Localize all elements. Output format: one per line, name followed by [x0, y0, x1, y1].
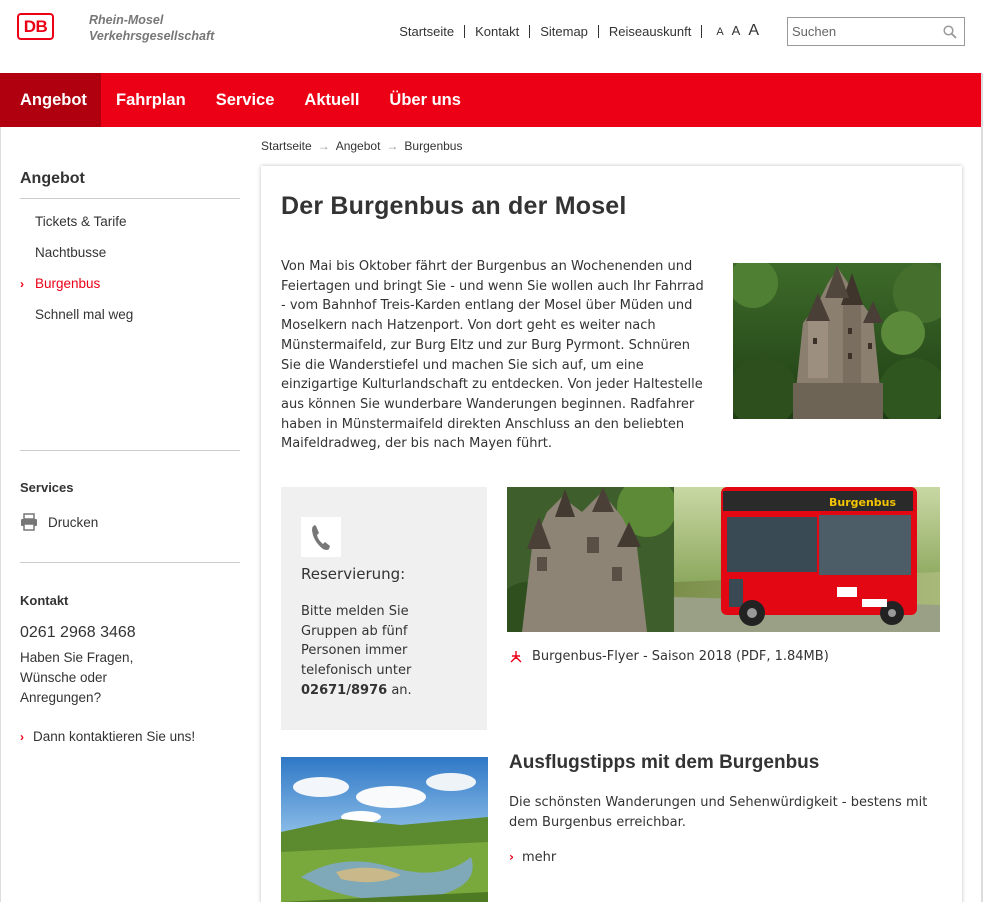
phone-icon — [301, 517, 341, 557]
services-title: Services — [20, 480, 74, 495]
mainnav-aktuell[interactable]: Aktuell — [289, 73, 374, 127]
contact-title: Kontakt — [20, 593, 69, 608]
flyer-pdf-link[interactable]: Burgenbus-Flyer - Saison 2018 (PDF, 1.84… — [509, 649, 829, 664]
sidebar-divider — [20, 450, 240, 451]
font-size-small[interactable]: A — [712, 26, 727, 38]
topnav-startseite[interactable]: Startseite — [389, 24, 466, 38]
reservation-text: Bitte melden Sie Gruppen ab fünf Persone… — [301, 602, 451, 701]
reservation-phone[interactable]: 02671/8976 — [301, 683, 387, 698]
castle-image — [733, 263, 941, 419]
search-input[interactable] — [788, 18, 938, 45]
company-name-line1: Rhein-Mosel — [89, 13, 164, 27]
breadcrumb: Startseite → Angebot → Burgenbus — [261, 139, 462, 153]
mainnav-fahrplan[interactable]: Fahrplan — [101, 73, 201, 127]
top-navigation: Startseite Kontakt Sitemap Reiseauskunft… — [389, 22, 763, 40]
reservation-box: Reservierung: Bitte melden Sie Gruppen a… — [281, 487, 487, 730]
search-icon[interactable] — [943, 25, 957, 39]
sidebar-item-label: Tickets & Tarife — [35, 214, 127, 229]
sidebar-divider — [20, 562, 240, 563]
db-logo[interactable]: DB — [17, 13, 54, 40]
print-label: Drucken — [48, 514, 99, 530]
sidebar-item-label: Nachtbusse — [35, 245, 107, 260]
sidebar-item-schnell-mal-weg[interactable]: Schnell mal weg — [20, 306, 240, 337]
mehr-link-label: mehr — [521, 850, 557, 865]
sidebar-item-label: Burgenbus — [35, 276, 101, 291]
main-navigation: Angebot Fahrplan Service Aktuell Über un… — [0, 73, 981, 127]
reservation-text-after: an. — [391, 682, 412, 698]
search-box — [787, 17, 965, 46]
breadcrumb-startseite[interactable]: Startseite — [261, 139, 312, 153]
mainnav-service[interactable]: Service — [201, 73, 290, 127]
reservation-title: Reservierung: — [301, 565, 406, 583]
tips-text: Die schönsten Wanderungen und Sehenwürdi… — [509, 795, 928, 830]
sidebar-title: Angebot — [20, 170, 240, 199]
company-name: Rhein-Mosel Verkehrsgesellschaft — [89, 12, 214, 44]
topnav-sitemap[interactable]: Sitemap — [530, 24, 599, 38]
burgenbus-image: Burgenbus — [507, 487, 940, 632]
sidebar-item-tickets-tarife[interactable]: Tickets & Tarife — [20, 213, 240, 244]
reservation-text-before: Bitte melden Sie Gruppen ab fünf Persone… — [301, 604, 412, 679]
sidebar-item-label: Schnell mal weg — [35, 307, 134, 322]
breadcrumb-burgenbus: Burgenbus — [404, 139, 463, 153]
content-card: Der Burgenbus an der Mosel Von Mai bis O… — [261, 166, 962, 902]
mainnav-angebot[interactable]: Angebot — [0, 73, 101, 127]
mainnav-ueber-uns[interactable]: Über uns — [374, 73, 476, 127]
moselle-landscape-image — [281, 757, 488, 902]
sidebar: Angebot Tickets & Tarife Nachtbusse › Bur… — [20, 170, 240, 337]
contact-link-label: Dann kontaktieren Sie uns! — [33, 729, 196, 744]
font-size-medium[interactable]: A — [728, 23, 745, 38]
breadcrumb-separator: → — [386, 139, 399, 153]
print-button[interactable]: Drucken — [20, 513, 98, 531]
sidebar-menu: Tickets & Tarife Nachtbusse › Burgenbus S… — [20, 213, 240, 337]
page-title: Der Burgenbus an der Mosel — [281, 192, 627, 220]
flyer-link-label: Burgenbus-Flyer - Saison 2018 (PDF, 1.84… — [532, 649, 829, 664]
mehr-link[interactable]: › mehr — [509, 850, 556, 865]
chevron-right-icon: › — [20, 277, 24, 291]
tips-title: Ausflugstipps mit dem Burgenbus — [509, 752, 820, 773]
breadcrumb-angebot[interactable]: Angebot — [336, 139, 381, 153]
topnav-reiseauskunft[interactable]: Reiseauskunft — [599, 24, 703, 38]
bus-destination-label: Burgenbus — [829, 496, 897, 509]
chevron-right-icon: › — [509, 850, 514, 864]
contact-link[interactable]: › Dann kontaktieren Sie uns! — [20, 729, 195, 744]
company-name-line2: Verkehrsgesellschaft — [89, 29, 215, 43]
sidebar-item-burgenbus[interactable]: › Burgenbus — [20, 275, 240, 306]
font-size-large[interactable]: A — [744, 22, 763, 40]
site-header: DB Rhein-Mosel Verkehrsgesellschaft Star… — [0, 0, 983, 73]
breadcrumb-separator: → — [317, 139, 330, 153]
contact-text: Haben Sie Fragen, Wünsche oder Anregunge… — [20, 650, 134, 705]
font-size-switcher: A A A — [702, 22, 763, 40]
contact-phone[interactable]: 0261 2968 3468 — [20, 624, 136, 642]
pdf-icon — [510, 650, 522, 662]
topnav-kontakt[interactable]: Kontakt — [465, 24, 531, 38]
page-frame-left — [0, 0, 1, 902]
chevron-right-icon: › — [20, 730, 24, 744]
printer-icon — [21, 513, 37, 531]
sidebar-item-nachtbusse[interactable]: Nachtbusse — [20, 244, 240, 275]
intro-text: Von Mai bis Oktober fährt der Burgenbus … — [281, 259, 704, 452]
